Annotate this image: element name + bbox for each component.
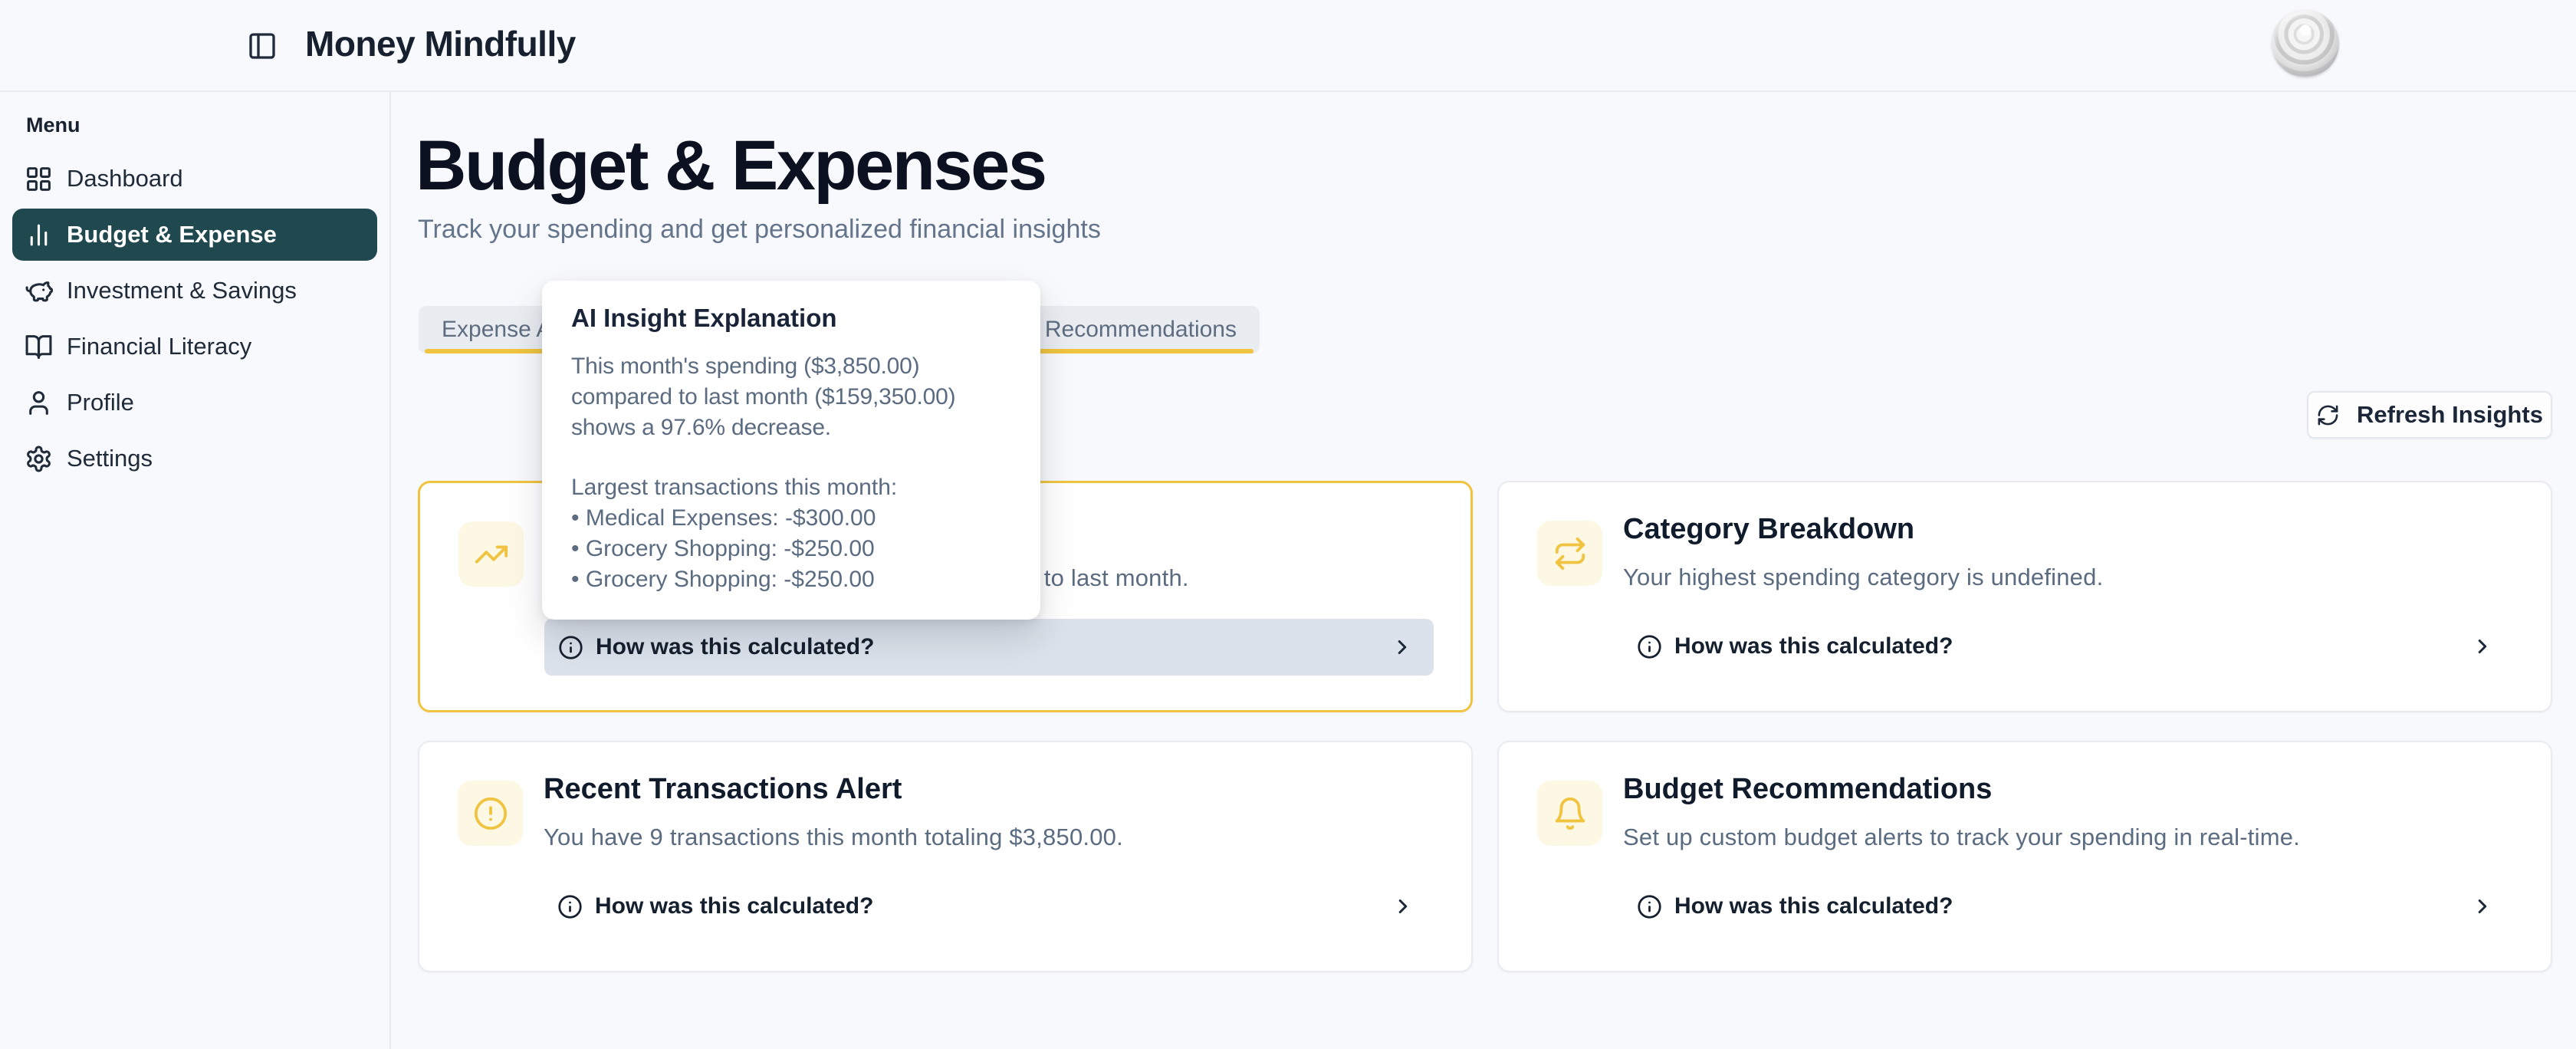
sidebar-item-label: Budget & Expense [67, 221, 277, 248]
sidebar-item-label: Dashboard [67, 165, 183, 192]
insight-card-recent-transactions: Recent Transactions Alert You have 9 tra… [418, 741, 1473, 972]
avatar[interactable] [2272, 10, 2339, 77]
sidebar-menu-label: Menu [26, 113, 377, 137]
card-title: Budget Recommendations [1623, 773, 1992, 806]
popup-list-intro: Largest transactions this month: [571, 472, 1011, 503]
sidebar-item-budget-expense[interactable]: Budget & Expense [12, 209, 377, 261]
how-calculated-button[interactable]: How was this calculated? [1623, 878, 2514, 935]
popup-transaction-item: • Grocery Shopping: -$250.00 [571, 564, 1011, 595]
alert-circle-icon [458, 781, 523, 846]
bar-chart-icon [25, 221, 53, 249]
sidebar-item-label: Investment & Savings [67, 277, 297, 304]
sidebar: Menu Dashboard Budget & Expense Investme… [0, 92, 391, 1049]
layout-grid-icon [25, 165, 53, 193]
card-description: You have 9 transactions this month total… [544, 824, 1123, 851]
chevron-right-icon [1391, 636, 1414, 659]
how-calculated-label: How was this calculated? [1674, 633, 1953, 659]
trending-up-icon [458, 521, 524, 587]
how-calculated-button[interactable]: How was this calculated? [1623, 618, 2514, 675]
chevron-right-icon [2471, 635, 2494, 658]
page-subtitle: Track your spending and get personalized… [418, 215, 1101, 245]
refresh-icon [2316, 403, 2340, 427]
card-description: Set up custom budget alerts to track you… [1623, 824, 2300, 851]
card-title: Recent Transactions Alert [544, 773, 902, 806]
popup-paragraph: This month's spending ($3,850.00) compar… [571, 351, 1011, 443]
book-open-icon [25, 333, 53, 361]
piggy-bank-icon [25, 277, 53, 305]
sidebar-item-label: Profile [67, 389, 134, 416]
popup-transaction-item: • Grocery Shopping: -$250.00 [571, 534, 1011, 564]
sidebar-item-investment-savings[interactable]: Investment & Savings [12, 265, 377, 317]
how-calculated-button[interactable]: How was this calculated? [544, 878, 1434, 935]
page-title: Budget & Expenses [416, 129, 1045, 202]
card-title: Category Breakdown [1623, 513, 1914, 546]
bell-icon [1537, 781, 1602, 846]
how-calculated-button[interactable]: How was this calculated? [544, 619, 1434, 676]
sidebar-item-dashboard[interactable]: Dashboard [12, 153, 377, 205]
refresh-insights-label: Refresh Insights [2357, 401, 2543, 429]
app-header: Money Mindfully [0, 0, 2576, 92]
info-icon [558, 635, 583, 660]
sidebar-item-label: Financial Literacy [67, 333, 251, 360]
sidebar-toggle-button[interactable] [247, 31, 278, 61]
how-calculated-label: How was this calculated? [596, 634, 874, 660]
chevron-right-icon [1392, 895, 1414, 918]
gear-icon [25, 445, 53, 473]
how-calculated-label: How was this calculated? [595, 893, 873, 919]
app-title: Money Mindfully [305, 23, 576, 64]
main-content: Budget & Expenses Track your spending an… [393, 92, 2576, 1049]
popup-transaction-item: • Medical Expenses: -$300.00 [571, 503, 1011, 534]
insight-card-budget-recommendations: Budget Recommendations Set up custom bud… [1497, 741, 2552, 972]
popup-title: AI Insight Explanation [571, 304, 1011, 333]
info-icon [557, 894, 583, 919]
sidebar-item-profile[interactable]: Profile [12, 377, 377, 429]
sidebar-item-financial-literacy[interactable]: Financial Literacy [12, 321, 377, 373]
card-description: Your highest spending category is undefi… [1623, 564, 2103, 591]
sidebar-item-label: Settings [67, 445, 153, 472]
panel-left-icon [247, 31, 278, 61]
user-icon [25, 389, 53, 417]
chevron-right-icon [2471, 895, 2494, 918]
insight-card-category-breakdown: Category Breakdown Your highest spending… [1497, 481, 2552, 712]
how-calculated-label: How was this calculated? [1674, 893, 1953, 919]
repeat-icon [1537, 521, 1602, 586]
sidebar-item-settings[interactable]: Settings [12, 432, 377, 485]
refresh-insights-button[interactable]: Refresh Insights [2307, 391, 2552, 439]
ai-insight-popup: AI Insight Explanation This month's spen… [542, 281, 1040, 620]
info-icon [1637, 634, 1662, 659]
info-icon [1637, 894, 1662, 919]
